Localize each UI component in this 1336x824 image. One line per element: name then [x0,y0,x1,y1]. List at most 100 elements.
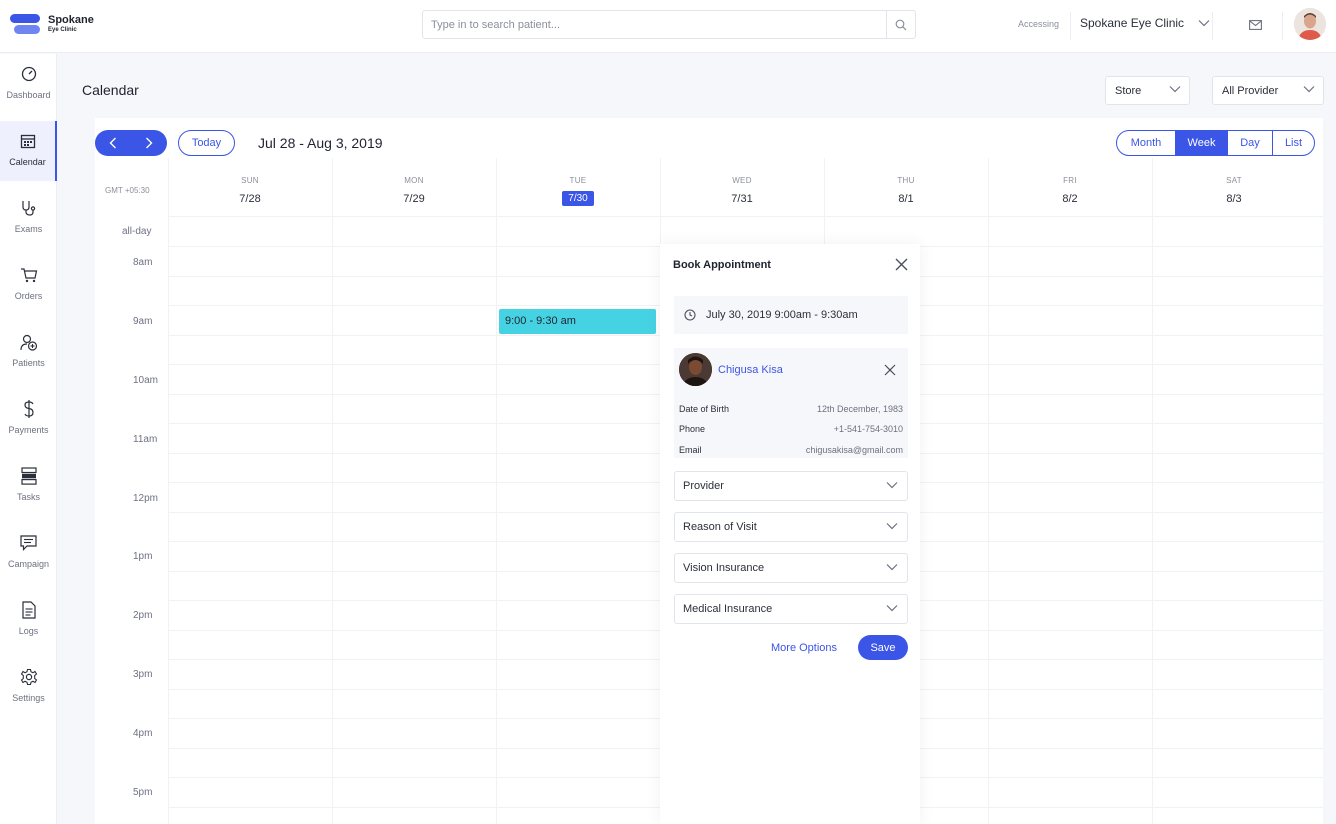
store-select[interactable]: Store [1105,76,1190,105]
hour-label: 4pm [133,728,153,739]
day-header[interactable]: SAT 8/3 [1152,176,1316,207]
day-header[interactable]: TUE 7/30 [496,176,660,206]
brand-name: Spokane [48,14,94,26]
sidebar-item-tasks[interactable]: Tasks [0,456,57,516]
dropdown-label: Vision Insurance [683,562,765,574]
day-header[interactable]: FRI 8/2 [988,176,1152,207]
search-input[interactable] [423,11,883,38]
prev-week-button[interactable] [95,130,131,156]
day-name: TUE [569,176,587,185]
hour-label: 11am [133,434,158,445]
hour-label: 2pm [133,610,153,621]
cart-icon [20,268,37,283]
chevron-down-icon [886,523,898,530]
stethoscope-icon [21,201,35,216]
dropdown-label: Provider [683,480,724,492]
sidebar-item-settings[interactable]: Settings [0,657,57,717]
phone-value: +1-541-754-3010 [833,424,903,434]
close-popup-button[interactable] [895,258,908,276]
tab-week[interactable]: Week [1175,131,1227,155]
chevron-down-icon [1303,86,1315,93]
day-date: 8/3 [1226,193,1242,205]
medical-insurance-dropdown[interactable]: Medical Insurance [674,594,908,624]
timezone-label: GMT +05:30 [105,186,150,195]
email-row: Email chigusakisa@gmail.com [679,445,903,455]
popup-title: Book Appointment [673,259,771,271]
sidebar-item-patients[interactable]: Patients [0,322,57,382]
document-icon [21,601,36,619]
phone-label: Phone [679,424,706,434]
clinic-select[interactable]: Spokane Eye Clinic [1080,16,1210,30]
sidebar-item-logs[interactable]: Logs [0,590,57,650]
sidebar-item-exams[interactable]: Exams [0,188,57,248]
sidebar-item-calendar[interactable]: Calendar [0,121,57,181]
day-name: SUN [241,176,259,185]
patient-name-link[interactable]: Chigusa Kisa [718,364,783,376]
sidebar-item-dashboard[interactable]: Dashboard [0,54,57,114]
phone-row: Phone +1-541-754-3010 [679,424,903,434]
appointment-event[interactable]: 9:00 - 9:30 am [499,309,656,334]
tasks-icon [20,467,37,485]
clock-icon [684,309,696,321]
today-date-badge: 7/30 [562,191,594,206]
patient-avatar [679,353,712,386]
week-navigation [95,130,167,156]
sidebar-item-campaign[interactable]: Campaign [0,523,57,583]
page-title: Calendar [82,82,139,98]
day-name: MON [404,176,424,185]
day-header[interactable]: MON 7/29 [332,176,496,207]
search-button[interactable] [886,11,915,38]
patient-card: Chigusa Kisa Date of Birth 12th December,… [674,348,908,458]
today-button[interactable]: Today [178,130,235,156]
sidebar-item-label: Logs [18,626,39,636]
brand-logo[interactable]: Spokane Eye Clinic [10,12,94,36]
view-switcher: Month Week Day List [1116,130,1315,156]
day-header[interactable]: THU 8/1 [824,176,988,207]
close-icon [895,258,908,271]
day-name: WED [732,176,752,185]
day-name: FRI [1063,176,1077,185]
sidebar-item-label: Calendar [9,157,46,167]
chevron-left-icon [109,137,116,149]
tab-day[interactable]: Day [1227,131,1272,155]
chevron-down-icon [886,605,898,612]
hour-label: 8am [133,257,153,268]
calendar-icon [20,134,35,149]
chevron-right-icon [146,137,153,149]
tab-month[interactable]: Month [1117,131,1175,155]
tab-list[interactable]: List [1272,131,1314,155]
more-options-link[interactable]: More Options [771,642,837,654]
provider-select[interactable]: All Provider [1212,76,1324,105]
user-avatar[interactable] [1294,8,1326,40]
dob-label: Date of Birth [679,404,730,414]
chevron-down-icon [1198,20,1210,27]
reason-of-visit-dropdown[interactable]: Reason of Visit [674,512,908,542]
mail-icon[interactable] [1249,17,1262,35]
accessing-label: Accessing [1018,19,1060,29]
top-bar: Spokane Eye Clinic Accessing Spokane Eye… [0,0,1336,53]
day-name: THU [897,176,915,185]
save-button[interactable]: Save [858,635,908,660]
sidebar-item-label: Payments [8,425,49,435]
day-header[interactable]: SUN 7/28 [168,176,332,207]
sidebar-item-orders[interactable]: Orders [0,255,57,315]
vision-insurance-dropdown[interactable]: Vision Insurance [674,553,908,583]
day-date: 8/2 [1062,193,1078,205]
provider-dropdown[interactable]: Provider [674,471,908,501]
book-appointment-popup: Book Appointment July 30, 2019 9:00am - … [660,244,920,824]
remove-patient-button[interactable] [884,363,896,381]
next-week-button[interactable] [131,130,167,156]
store-select-value: Store [1115,84,1142,97]
day-header[interactable]: WED 7/31 [660,176,824,207]
sidebar-item-payments[interactable]: Payments [0,389,57,449]
add-patient-icon [19,334,37,351]
hour-label: 10am [133,375,159,386]
sidebar-item-label: Exams [14,224,43,234]
message-icon [20,535,37,551]
brand-subtitle: Eye Clinic [48,27,77,33]
clinic-name: Spokane Eye Clinic [1080,16,1185,30]
email-value: chigusakisa@gmail.com [805,445,903,455]
dob-row: Date of Birth 12th December, 1983 [679,404,903,414]
appointment-datetime: July 30, 2019 9:00am - 9:30am [674,296,908,334]
sidebar-item-label: Orders [14,291,43,301]
